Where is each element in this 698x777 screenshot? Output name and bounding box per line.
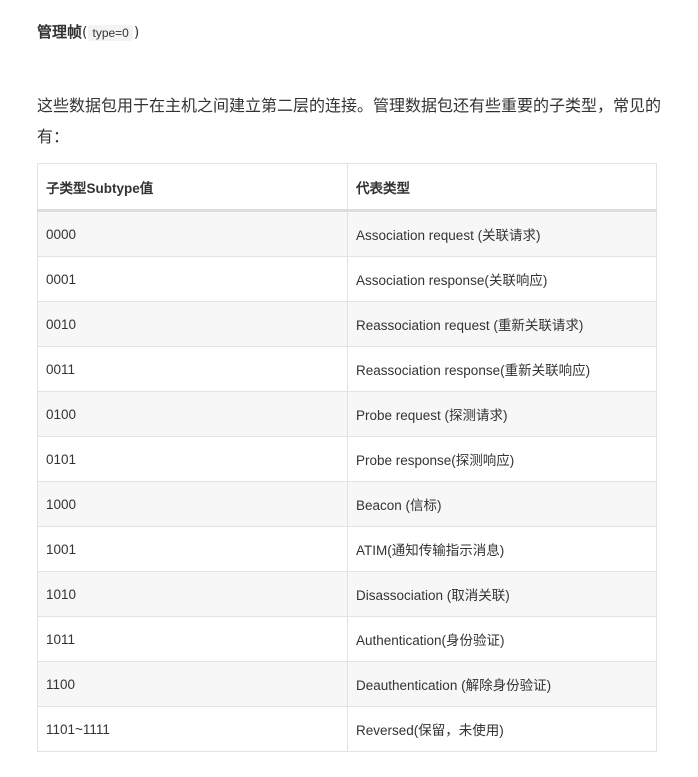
cell-subtype-value: 1000	[37, 481, 348, 527]
cell-subtype-value: 1011	[37, 616, 348, 662]
cell-type-meaning: Association response(关联响应)	[347, 256, 657, 302]
cell-subtype-value: 0001	[37, 256, 348, 302]
intro-paragraph: 这些数据包用于在主机之间建立第二层的连接。管理数据包还有些重要的子类型，常见的有…	[37, 96, 662, 146]
table-row: 1011 Authentication(身份验证)	[37, 616, 657, 662]
cell-subtype-value: 0101	[37, 436, 348, 482]
table-row: 0000 Association request (关联请求)	[37, 210, 657, 257]
cell-subtype-value: 1010	[37, 571, 348, 617]
cell-subtype-value: 0100	[37, 391, 348, 437]
section-heading: 管理帧(type=0)	[37, 21, 139, 44]
cell-type-meaning: Probe response(探测响应)	[347, 436, 657, 482]
table-row: 1101~1111 Reversed(保留，未使用)	[37, 706, 657, 752]
header-type-meaning: 代表类型	[347, 163, 657, 212]
header-subtype-value: 子类型Subtype值	[37, 163, 348, 212]
cell-subtype-value: 1101~1111	[37, 706, 348, 752]
cell-subtype-value: 0000	[37, 210, 348, 257]
cell-type-meaning: Deauthentication (解除身份验证)	[347, 661, 657, 707]
cell-subtype-value: 1100	[37, 661, 348, 707]
heading-open-paren: (	[82, 25, 88, 41]
subtype-table: 子类型Subtype值 代表类型 0000 Association reques…	[37, 163, 657, 752]
table-row: 0010 Reassociation request (重新关联请求)	[37, 301, 657, 347]
heading-title: 管理帧	[37, 23, 83, 41]
table-header-row: 子类型Subtype值 代表类型	[37, 163, 657, 212]
cell-type-meaning: Reversed(保留，未使用)	[347, 706, 657, 752]
cell-type-meaning: Probe request (探测请求)	[347, 391, 657, 437]
cell-type-meaning: ATIM(通知传输指示消息)	[347, 526, 657, 572]
table-row: 0001 Association response(关联响应)	[37, 256, 657, 302]
cell-type-meaning: Reassociation response(重新关联响应)	[347, 346, 657, 392]
table-row: 1100 Deauthentication (解除身份验证)	[37, 661, 657, 707]
heading-close-paren: )	[133, 25, 140, 41]
cell-subtype-value: 1001	[37, 526, 348, 572]
table-row: 0011 Reassociation response(重新关联响应)	[37, 346, 657, 392]
heading-code: type=0	[88, 25, 133, 41]
cell-subtype-value: 0011	[37, 346, 348, 392]
cell-type-meaning: Reassociation request (重新关联请求)	[347, 301, 657, 347]
cell-type-meaning: Authentication(身份验证)	[347, 616, 657, 662]
table-row: 1001 ATIM(通知传输指示消息)	[37, 526, 657, 572]
cell-type-meaning: Association request (关联请求)	[347, 210, 657, 257]
cell-type-meaning: Disassociation (取消关联)	[347, 571, 657, 617]
cell-subtype-value: 0010	[37, 301, 348, 347]
table-row: 0101 Probe response(探测响应)	[37, 436, 657, 482]
cell-type-meaning: Beacon (信标)	[347, 481, 657, 527]
table-row: 0100 Probe request (探测请求)	[37, 391, 657, 437]
table-row: 1000 Beacon (信标)	[37, 481, 657, 527]
table-row: 1010 Disassociation (取消关联)	[37, 571, 657, 617]
